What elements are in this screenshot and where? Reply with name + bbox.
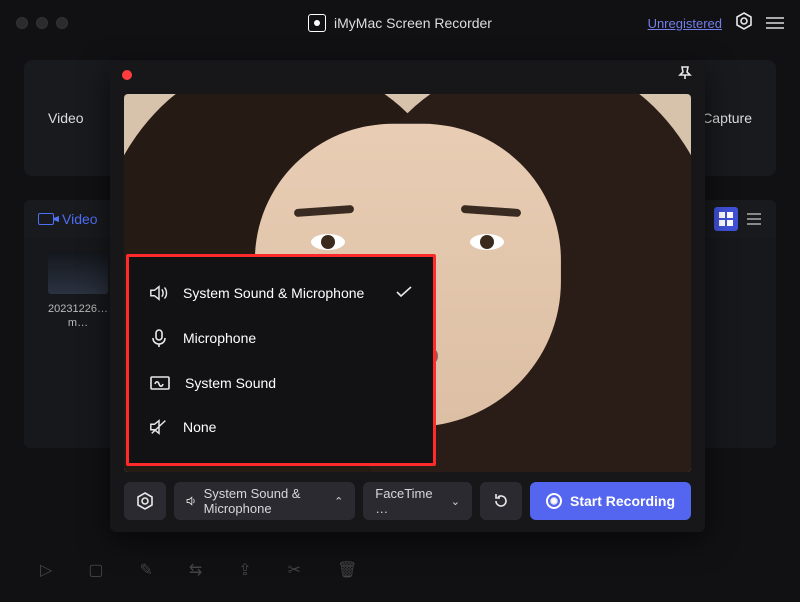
start-recording-label: Start Recording <box>570 493 675 509</box>
file-name: 20231226… m… <box>48 302 108 331</box>
file-thumbnail <box>48 252 108 294</box>
mute-icon <box>149 418 169 436</box>
gear-icon <box>135 491 155 511</box>
panel-toolbar: System Sound & Microphone ⌃ FaceTime … ⌄… <box>110 472 705 520</box>
chevron-up-icon: ⌃ <box>334 495 343 508</box>
start-recording-button[interactable]: Start Recording <box>530 482 691 520</box>
record-indicator-icon <box>122 70 132 80</box>
list-view-button[interactable] <box>742 207 766 231</box>
audio-option-label: None <box>183 419 216 435</box>
app-logo-icon <box>308 14 326 32</box>
titlebar: iMyMac Screen Recorder Unregistered <box>0 0 800 46</box>
play-icon[interactable]: ▷ <box>40 560 52 580</box>
grid-view-button[interactable] <box>714 207 738 231</box>
footer-toolbar: ▷ ▢ ✎ ⇆ ⇪ ✂ 🗑 <box>40 560 357 580</box>
tab-capture[interactable]: Capture <box>702 110 752 126</box>
audio-option-label: Microphone <box>183 330 256 346</box>
audio-option-label: System Sound <box>185 375 276 391</box>
webcam-panel: System Sound & Microphone Microphone Sys… <box>110 62 705 532</box>
cut-icon[interactable]: ✂ <box>288 560 301 580</box>
chevron-down-icon: ⌄ <box>451 495 460 508</box>
app-title-text: iMyMac Screen Recorder <box>334 15 492 31</box>
delete-icon[interactable]: 🗑 <box>337 560 357 580</box>
audio-source-label: System Sound & Microphone <box>204 486 326 516</box>
record-icon <box>546 493 562 509</box>
camera-selector[interactable]: FaceTime … ⌄ <box>363 482 472 520</box>
audio-option-label: System Sound & Microphone <box>183 285 364 301</box>
system-sound-icon <box>149 374 171 392</box>
video-section-icon <box>38 213 54 225</box>
speaker-icon <box>149 284 169 302</box>
adjust-icon[interactable]: ⇆ <box>189 560 202 580</box>
edit-icon[interactable]: ✎ <box>139 560 152 580</box>
audio-option-none[interactable]: None <box>133 405 429 449</box>
file-item[interactable]: 20231226… m… <box>38 252 118 434</box>
audio-option-system-sound[interactable]: System Sound <box>133 361 429 405</box>
panel-header <box>110 62 705 88</box>
app-window: iMyMac Screen Recorder Unregistered Vide… <box>0 0 800 602</box>
mic-icon <box>149 328 169 348</box>
speaker-icon <box>186 494 198 508</box>
section-title: Video <box>62 211 98 227</box>
recorder-settings-button[interactable] <box>124 482 166 520</box>
export-icon[interactable]: ⇪ <box>238 560 251 580</box>
audio-source-selector[interactable]: System Sound & Microphone ⌃ <box>174 482 355 520</box>
reset-button[interactable] <box>480 482 522 520</box>
tab-video[interactable]: Video <box>48 110 84 126</box>
undo-icon <box>492 492 510 510</box>
camera-label: FaceTime … <box>375 486 442 516</box>
audio-option-system-and-mic[interactable]: System Sound & Microphone <box>133 271 429 315</box>
save-icon[interactable]: ▢ <box>88 560 103 580</box>
audio-option-microphone[interactable]: Microphone <box>133 315 429 361</box>
app-title: iMyMac Screen Recorder <box>0 14 800 32</box>
audio-source-menu: System Sound & Microphone Microphone Sys… <box>126 254 436 466</box>
check-icon <box>395 285 413 302</box>
pin-icon[interactable] <box>677 65 693 86</box>
